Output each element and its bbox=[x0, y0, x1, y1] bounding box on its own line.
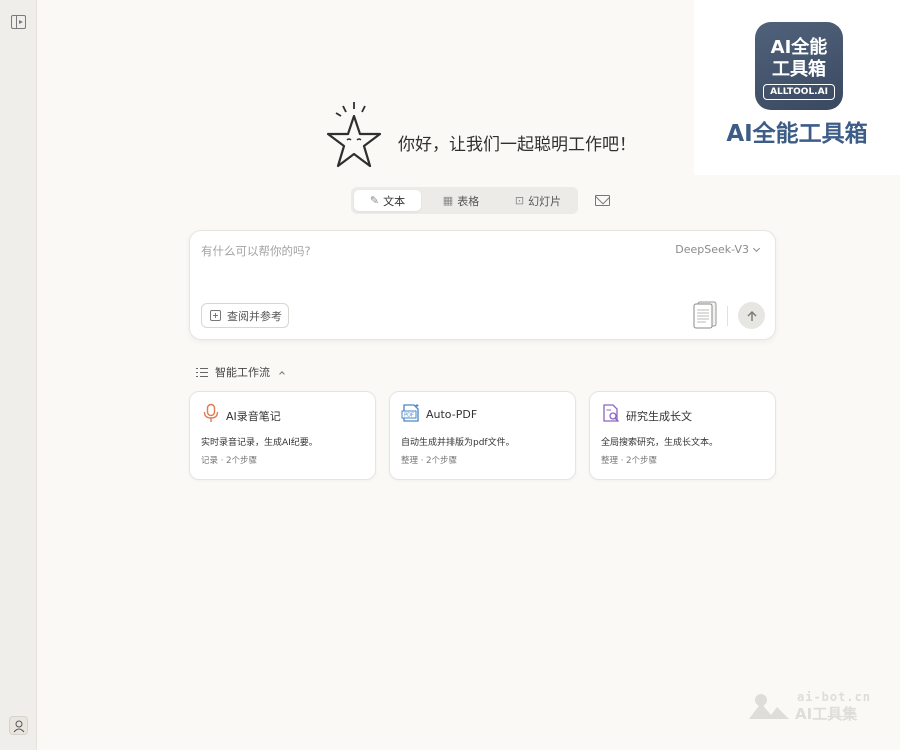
workflow-card-audio-notes[interactable]: AI录音笔记 实时录音记录，生成AI纪要。 记录 · 2个步骤 bbox=[189, 391, 376, 480]
meta-separator: · bbox=[420, 456, 424, 466]
workflow-header[interactable]: 智能工作流 bbox=[196, 365, 285, 379]
greeting-title: 你好，让我们一起聪明工作吧！ bbox=[398, 135, 636, 155]
sidebar-toggle-icon[interactable] bbox=[11, 15, 26, 29]
tab-text[interactable]: ✎ 文本 bbox=[354, 190, 421, 211]
card-description: 自动生成并排版为pdf文件。 bbox=[401, 438, 515, 448]
mail-icon[interactable] bbox=[595, 195, 610, 206]
watermark-name: AI工具集 bbox=[795, 705, 858, 723]
logo-line-2: 工具箱 bbox=[772, 59, 826, 80]
microphone-icon bbox=[203, 403, 219, 422]
card-title: Auto-PDF bbox=[426, 408, 478, 421]
card-tag: 记录 bbox=[201, 456, 219, 466]
chevron-down-icon bbox=[752, 244, 761, 252]
meta-separator: · bbox=[620, 456, 624, 466]
table-icon: ▦ bbox=[442, 194, 454, 207]
card-description: 实时录音记录，生成AI纪要。 bbox=[201, 438, 318, 448]
send-button[interactable] bbox=[738, 302, 765, 329]
list-icon bbox=[196, 367, 208, 378]
card-tag: 整理 bbox=[601, 456, 619, 466]
model-select[interactable]: DeepSeek-V3 bbox=[675, 243, 761, 256]
document-search-icon bbox=[603, 404, 619, 422]
documents-icon[interactable] bbox=[693, 301, 717, 329]
card-title: AI录音笔记 bbox=[226, 410, 281, 423]
workflow-title: 智能工作流 bbox=[215, 366, 270, 379]
card-steps: 2个步骤 bbox=[426, 456, 458, 466]
tab-label: 表格 bbox=[457, 194, 480, 208]
card-meta: 整理 · 2个步骤 bbox=[401, 454, 457, 466]
tab-label: 文本 bbox=[383, 194, 406, 208]
divider bbox=[727, 306, 728, 326]
arrow-up-icon bbox=[747, 310, 756, 321]
tab-slides[interactable]: ⊡ 幻灯片 bbox=[501, 190, 575, 211]
pdf-file-icon: PDF bbox=[401, 404, 419, 422]
user-avatar[interactable] bbox=[9, 716, 28, 735]
reference-label: 查阅并参考 bbox=[227, 309, 282, 323]
watermark: ai-bot.cn AI工具集 bbox=[749, 688, 889, 724]
logo-badge: ALLTOOL.AI bbox=[763, 84, 835, 100]
model-name: DeepSeek-V3 bbox=[675, 243, 749, 256]
add-reference-icon bbox=[210, 310, 221, 321]
prompt-input[interactable] bbox=[201, 241, 641, 261]
svg-text:PDF: PDF bbox=[404, 413, 414, 419]
card-description: 全局搜索研究，生成长文本。 bbox=[601, 438, 719, 448]
card-title: 研究生成长文 bbox=[626, 410, 692, 423]
watermark-site: ai-bot.cn bbox=[797, 690, 872, 704]
watermark-logo-icon bbox=[749, 694, 789, 719]
tab-table[interactable]: ▦ 表格 bbox=[427, 190, 495, 211]
tab-label: 幻灯片 bbox=[528, 194, 562, 208]
card-tag: 整理 bbox=[401, 456, 419, 466]
chevron-up-icon bbox=[279, 370, 285, 377]
card-steps: 2个步骤 bbox=[226, 456, 258, 466]
reference-button[interactable]: 查阅并参考 bbox=[201, 303, 289, 328]
workflow-card-research[interactable]: 研究生成长文 全局搜索研究，生成长文本。 整理 · 2个步骤 bbox=[589, 391, 776, 480]
logo-line-1: AI全能 bbox=[770, 37, 828, 58]
star-mascot-icon bbox=[326, 102, 382, 168]
prompt-box: DeepSeek-V3 查阅并参考 bbox=[189, 230, 776, 340]
meta-separator: · bbox=[220, 456, 224, 466]
mode-switch: ✎ 文本 ▦ 表格 ⊡ 幻灯片 bbox=[351, 187, 578, 214]
slides-icon: ⊡ bbox=[514, 194, 525, 207]
card-meta: 整理 · 2个步骤 bbox=[601, 454, 657, 466]
card-steps: 2个步骤 bbox=[626, 456, 658, 466]
hero: 你好，让我们一起聪明工作吧！ bbox=[323, 100, 663, 175]
avatar-icon bbox=[13, 720, 24, 732]
text-edit-icon: ✎ bbox=[369, 194, 380, 207]
workflow-card-auto-pdf[interactable]: PDF Auto-PDF 自动生成并排版为pdf文件。 整理 · 2个步骤 bbox=[389, 391, 576, 480]
card-meta: 记录 · 2个步骤 bbox=[201, 454, 257, 466]
brand-panel: AI全能 工具箱 ALLTOOL.AI AI全能工具箱 bbox=[694, 0, 900, 175]
brand-logo: AI全能 工具箱 ALLTOOL.AI bbox=[755, 22, 843, 110]
brand-name: AI全能工具箱 bbox=[726, 121, 868, 147]
sidebar bbox=[0, 0, 37, 750]
